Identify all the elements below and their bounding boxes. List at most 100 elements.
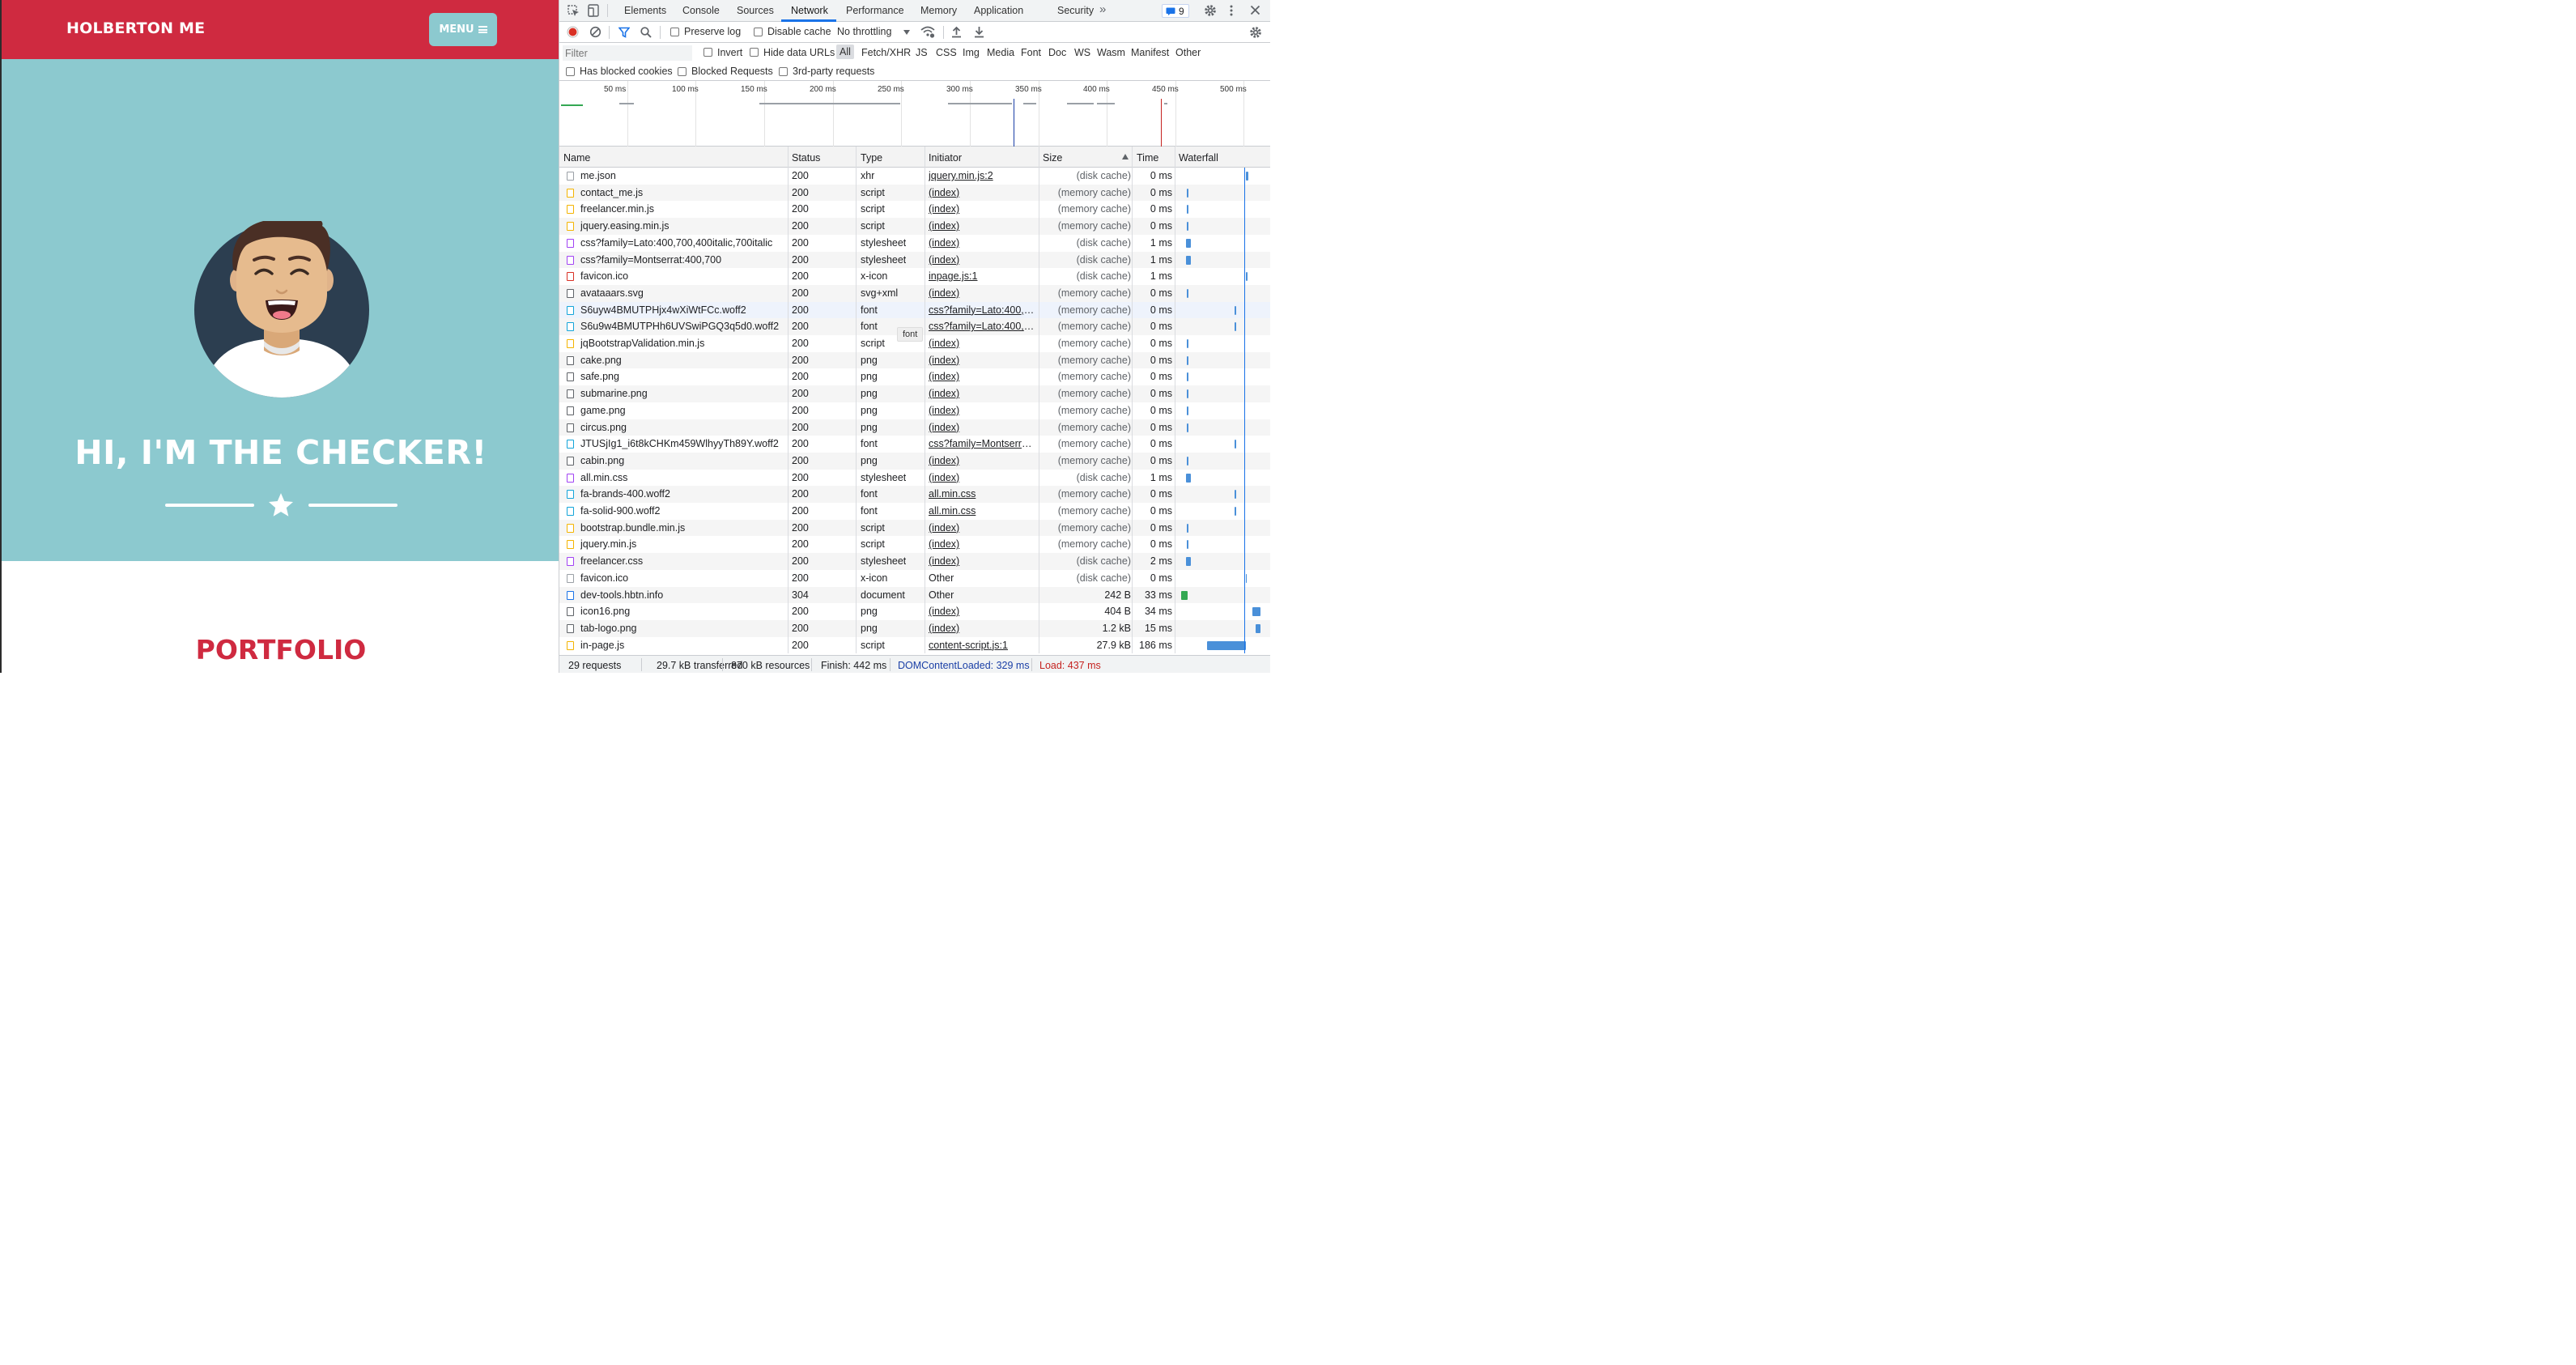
request-initiator[interactable]: jquery.min.js:2 [929,170,1037,181]
chevron-down-icon[interactable] [903,30,910,35]
filter-type-manifest[interactable]: Manifest [1131,47,1169,58]
request-row[interactable]: fa-solid-900.woff2 200 font all.min.css (mem… [559,503,1270,520]
inspect-element-icon[interactable] [567,5,580,17]
request-initiator[interactable]: inpage.js:1 [929,270,1037,282]
col-waterfall[interactable]: Waterfall [1179,152,1218,164]
request-row[interactable]: me.json 200 xhr jquery.min.js:2 (disk cache)… [559,168,1270,185]
request-initiator[interactable]: (index) [929,623,1037,634]
has-blocked-cookies-checkbox[interactable] [566,67,575,76]
network-overview-timeline[interactable]: 50 ms 100 ms 150 ms 200 ms 250 ms 300 ms 350 m… [559,81,1270,147]
filter-icon[interactable] [618,27,630,38]
device-toolbar-icon[interactable] [588,4,599,17]
request-initiator[interactable]: (index) [929,187,1037,198]
request-row[interactable]: bootstrap.bundle.min.js 200 script (index) (… [559,519,1270,537]
search-icon[interactable] [640,27,652,38]
filter-type-font[interactable]: Font [1021,47,1041,58]
request-row[interactable]: freelancer.css 200 stylesheet (index) (disk … [559,553,1270,570]
menu-button[interactable]: MENU [429,13,497,46]
filter-type-css[interactable]: CSS [936,47,957,58]
filter-type-ws[interactable]: WS [1074,47,1090,58]
request-initiator[interactable]: (index) [929,287,1037,299]
tab-application[interactable]: Application [974,5,1023,16]
kebab-menu-icon[interactable] [1229,4,1234,17]
filter-type-media[interactable]: Media [987,47,1014,58]
more-tabs-icon[interactable]: » [1099,2,1106,16]
settings-gear-icon[interactable] [1204,4,1217,17]
request-initiator[interactable]: (index) [929,371,1037,382]
request-initiator[interactable]: (index) [929,472,1037,483]
request-row[interactable]: cabin.png 200 png (index) (memory cache) 0 ms [559,452,1270,470]
request-initiator[interactable]: all.min.css [929,488,1037,500]
request-row[interactable]: safe.png 200 png (index) (memory cache) 0 ms [559,368,1270,386]
col-size[interactable]: Size [1043,152,1062,164]
throttling-select[interactable]: No throttling [837,26,891,37]
filter-type-wasm[interactable]: Wasm [1097,47,1125,58]
col-name[interactable]: Name [563,152,590,164]
request-initiator[interactable]: (index) [929,355,1037,366]
tab-memory[interactable]: Memory [920,5,957,16]
request-row[interactable]: cake.png 200 png (index) (memory cache) 0 ms [559,351,1270,369]
request-initiator[interactable]: (index) [929,237,1037,249]
request-initiator[interactable]: (index) [929,203,1037,215]
issues-badge[interactable]: 9 [1162,4,1189,18]
network-conditions-icon[interactable] [920,26,935,38]
request-row[interactable]: S6uyw4BMUTPHjx4wXiWtFCc.woff2 200 font css?… [559,301,1270,319]
tab-sources[interactable]: Sources [737,5,774,16]
network-settings-gear-icon[interactable] [1249,26,1262,39]
request-initiator[interactable]: (index) [929,555,1037,567]
request-row[interactable]: circus.png 200 png (index) (memory cache) 0 m… [559,419,1270,436]
request-row[interactable]: dev-tools.hbtn.info 304 document Other 242 B… [559,586,1270,604]
close-icon[interactable] [1250,5,1260,15]
request-initiator[interactable]: all.min.css [929,505,1037,517]
col-status[interactable]: Status [792,152,820,164]
request-row[interactable]: css?family=Lato:400,700,400italic,700ita… [559,234,1270,252]
request-initiator[interactable]: (index) [929,220,1037,232]
request-row[interactable]: jquery.easing.min.js 200 script (index) (mem… [559,218,1270,235]
tab-security[interactable]: Security [1057,5,1094,16]
filter-type-js[interactable]: JS [916,47,928,58]
request-row[interactable]: jquery.min.js 200 script (index) (memory cac… [559,536,1270,554]
tab-console[interactable]: Console [682,5,720,16]
tab-elements[interactable]: Elements [624,5,666,16]
request-initiator[interactable]: (index) [929,455,1037,466]
site-brand[interactable]: HOLBERTON ME [66,19,205,37]
request-row[interactable]: fa-brands-400.woff2 200 font all.min.css (me… [559,486,1270,503]
filter-input[interactable] [563,45,692,61]
preserve-log-checkbox[interactable] [670,28,679,36]
tab-network[interactable]: Network [791,5,828,16]
request-row[interactable]: avataaars.svg 200 svg+xml (index) (memory ca… [559,284,1270,302]
export-har-icon[interactable] [974,26,984,38]
third-party-requests-checkbox[interactable] [779,67,788,76]
request-initiator[interactable]: (index) [929,388,1037,399]
import-har-icon[interactable] [951,26,962,38]
filter-type-doc[interactable]: Doc [1048,47,1066,58]
request-initiator[interactable]: css?family=Lato:400,7… [929,321,1037,332]
request-row[interactable]: css?family=Montserrat:400,700 200 styleshe… [559,251,1270,269]
request-initiator[interactable]: (index) [929,254,1037,266]
request-row[interactable]: favicon.ico 200 x-icon inpage.js:1 (disk cac… [559,268,1270,285]
col-type[interactable]: Type [861,152,882,164]
request-row[interactable]: submarine.png 200 png (index) (memory cache)… [559,385,1270,402]
filter-type-all[interactable]: All [836,45,854,59]
request-initiator[interactable]: (index) [929,338,1037,349]
hide-data-urls-checkbox[interactable] [750,48,759,57]
filter-type-fetch-xhr[interactable]: Fetch/XHR [861,47,911,58]
invert-checkbox[interactable] [704,48,712,57]
request-row[interactable]: contact_me.js 200 script (index) (memory cac… [559,184,1270,202]
record-icon[interactable] [567,26,579,38]
request-initiator[interactable]: (index) [929,405,1037,416]
filter-type-img[interactable]: Img [963,47,980,58]
request-row[interactable]: in-page.js 200 script content-script.js:1 27… [559,636,1270,654]
col-initiator[interactable]: Initiator [929,152,962,164]
request-row[interactable]: JTUSjIg1_i6t8kCHKm459WlhyyTh89Y.woff2 200… [559,436,1270,453]
request-initiator[interactable]: (index) [929,606,1037,617]
request-initiator[interactable]: content-script.js:1 [929,640,1037,651]
request-initiator[interactable]: (index) [929,538,1037,550]
request-row[interactable]: icon16.png 200 png (index) 404 B 34 ms [559,603,1270,620]
request-row[interactable]: favicon.ico 200 x-icon Other (disk cache) 0 m… [559,569,1270,587]
request-initiator[interactable]: (index) [929,422,1037,433]
request-row[interactable]: game.png 200 png (index) (memory cache) 0 ms [559,402,1270,419]
request-row[interactable]: all.min.css 200 stylesheet (index) (disk cac… [559,469,1270,487]
col-time[interactable]: Time [1137,152,1158,164]
request-row[interactable]: freelancer.min.js 200 script (index) (memory… [559,201,1270,219]
